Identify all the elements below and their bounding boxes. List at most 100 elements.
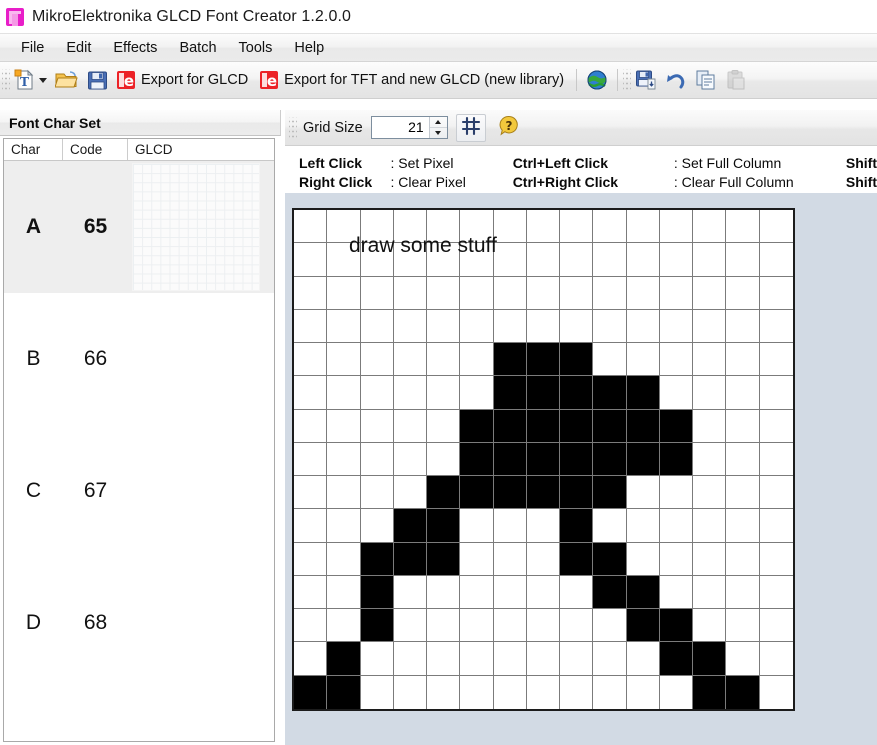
pixel-cell[interactable] (560, 609, 594, 643)
pixel-cell[interactable] (593, 476, 627, 510)
toolbar-grip[interactable] (2, 69, 10, 91)
toolbar-grip-2[interactable] (623, 69, 632, 91)
pixel-cell[interactable] (626, 642, 660, 676)
pixel-cell[interactable] (526, 575, 561, 610)
pixel-cell[interactable] (560, 642, 594, 676)
pixel-cell[interactable] (560, 575, 594, 610)
pixel-cell[interactable] (693, 409, 727, 443)
pixel-cell[interactable] (427, 210, 461, 244)
pixel-cell[interactable] (526, 210, 561, 244)
toggle-grid-button[interactable] (455, 113, 486, 142)
pixel-cell[interactable] (726, 276, 760, 310)
pixel-cell[interactable] (659, 243, 694, 277)
pixel-cell[interactable] (693, 642, 727, 676)
pixel-cell[interactable] (593, 276, 627, 310)
pixel-cell[interactable] (693, 675, 727, 709)
pixel-cell[interactable] (427, 442, 461, 477)
pixel-cell[interactable] (294, 542, 328, 576)
pixel-cell[interactable] (659, 542, 694, 576)
pixel-cell[interactable] (327, 609, 361, 643)
pixel-cell[interactable] (759, 276, 793, 310)
pixel-cell[interactable] (560, 243, 594, 277)
pixel-cell[interactable] (493, 376, 527, 410)
pixel-cell[interactable] (726, 442, 760, 477)
table-row[interactable]: C 67 (4, 425, 274, 557)
column-header-code[interactable]: Code (63, 139, 128, 160)
pixel-cell[interactable] (526, 542, 561, 576)
pixel-cell[interactable] (593, 509, 627, 543)
pixel-cell[interactable] (327, 243, 361, 277)
pixel-cell[interactable] (393, 476, 428, 510)
pixel-cell[interactable] (393, 376, 428, 410)
pixel-cell[interactable] (493, 542, 527, 576)
pixel-cell[interactable] (460, 609, 494, 643)
pixel-cell[interactable] (726, 642, 760, 676)
pixel-cell[interactable] (693, 509, 727, 543)
pixel-cell[interactable] (626, 309, 660, 344)
pixel-cell[interactable] (427, 343, 461, 377)
pixel-cell[interactable] (659, 276, 694, 310)
undo-button[interactable] (661, 65, 691, 95)
pixel-cell[interactable] (460, 642, 494, 676)
menu-item-edit[interactable]: Edit (55, 37, 102, 59)
pixel-cell[interactable] (526, 243, 561, 277)
pixel-cell[interactable] (693, 276, 727, 310)
pixel-cell[interactable] (493, 575, 527, 610)
pixel-cell[interactable] (294, 243, 328, 277)
pixel-cell[interactable] (294, 343, 328, 377)
pixel-cell[interactable] (726, 609, 760, 643)
pixel-cell[interactable] (460, 675, 494, 709)
table-row[interactable]: D 68 (4, 557, 274, 689)
pixel-cell[interactable] (560, 210, 594, 244)
pixel-cell[interactable] (493, 476, 527, 510)
copy-button[interactable] (691, 65, 721, 95)
pixel-cell[interactable] (294, 675, 328, 709)
cell-glcd-preview[interactable] (128, 293, 274, 425)
pixel-cell[interactable] (360, 476, 394, 510)
pixel-cell[interactable] (693, 210, 727, 244)
pixel-cell[interactable] (659, 343, 694, 377)
pixel-cell[interactable] (360, 509, 394, 543)
pixel-cell[interactable] (327, 575, 361, 610)
pixel-cell[interactable] (659, 409, 694, 443)
pixel-cell[interactable] (560, 542, 594, 576)
pixel-cell[interactable] (526, 276, 561, 310)
pixel-cell[interactable] (460, 210, 494, 244)
pixel-cell[interactable] (393, 309, 428, 344)
pixel-cell[interactable] (360, 542, 394, 576)
pixel-cell[interactable] (693, 309, 727, 344)
pixel-cell[interactable] (759, 476, 793, 510)
pixel-cell[interactable] (626, 243, 660, 277)
pixel-cell[interactable] (360, 642, 394, 676)
pixel-cell[interactable] (560, 442, 594, 477)
pixel-cell[interactable] (393, 642, 428, 676)
table-row[interactable]: A 65 (4, 161, 274, 293)
pixel-cell[interactable] (427, 376, 461, 410)
pixel-cell[interactable] (427, 243, 461, 277)
pixel-cell[interactable] (427, 642, 461, 676)
pixel-cell[interactable] (759, 210, 793, 244)
pixel-cell[interactable] (427, 675, 461, 709)
pixel-cell[interactable] (693, 376, 727, 410)
pixel-cell[interactable] (560, 675, 594, 709)
pixel-cell[interactable] (626, 409, 660, 443)
pixel-cell[interactable] (659, 509, 694, 543)
pixel-cell[interactable] (460, 409, 494, 443)
pixel-cell[interactable] (327, 409, 361, 443)
pixel-cell[interactable] (560, 343, 594, 377)
pixel-cell[interactable] (759, 575, 793, 610)
pixel-cell[interactable] (693, 243, 727, 277)
pixel-cell[interactable] (360, 210, 394, 244)
pixel-cell[interactable] (759, 609, 793, 643)
pixel-cell[interactable] (427, 476, 461, 510)
pixel-cell[interactable] (759, 542, 793, 576)
pixel-cell[interactable] (626, 376, 660, 410)
gridbar-grip[interactable] (289, 116, 297, 139)
help-button[interactable]: ? (494, 114, 524, 142)
pixel-cell[interactable] (726, 575, 760, 610)
pixel-cell[interactable] (427, 575, 461, 610)
pixel-cell[interactable] (526, 376, 561, 410)
pixel-cell[interactable] (693, 442, 727, 477)
pixel-cell[interactable] (659, 442, 694, 477)
pixel-cell[interactable] (759, 675, 793, 709)
